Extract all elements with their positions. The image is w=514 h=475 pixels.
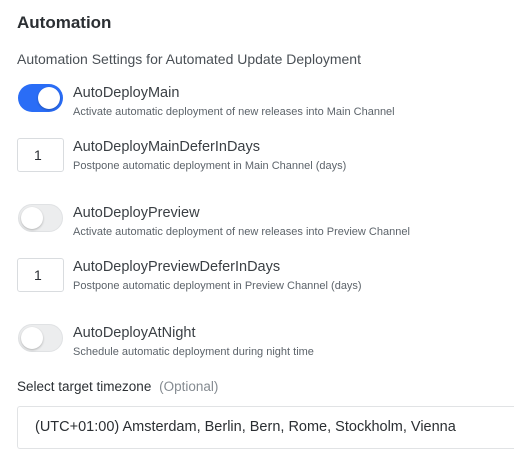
setting-auto-deploy-main-defer: 1 AutoDeployMainDeferInDays Postpone aut… — [17, 138, 514, 178]
auto-deploy-main-toggle[interactable] — [18, 84, 63, 112]
auto-deploy-preview-defer-input[interactable]: 1 — [17, 258, 64, 292]
auto-deploy-at-night-label: AutoDeployAtNight — [73, 325, 196, 341]
auto-deploy-preview-defer-description: Postpone automatic deployment in Preview… — [73, 280, 362, 292]
timezone-select[interactable]: (UTC+01:00) Amsterdam, Berlin, Bern, Rom… — [17, 406, 514, 449]
setting-auto-deploy-at-night: AutoDeployAtNight Schedule automatic dep… — [17, 324, 514, 364]
auto-deploy-main-defer-input[interactable]: 1 — [17, 138, 64, 172]
timezone-label-row: Select target timezone (Optional) — [17, 378, 218, 396]
timezone-optional-hint: (Optional) — [159, 379, 219, 394]
auto-deploy-preview-toggle[interactable] — [18, 204, 63, 232]
setting-auto-deploy-preview: AutoDeployPreview Activate automatic dep… — [17, 204, 514, 244]
section-title: Automation — [17, 13, 112, 32]
toggle-knob — [38, 87, 60, 109]
auto-deploy-main-label: AutoDeployMain — [73, 85, 180, 101]
automation-settings-panel: Automation Automation Settings for Autom… — [17, 12, 514, 449]
auto-deploy-preview-defer-label: AutoDeployPreviewDeferInDays — [73, 259, 281, 275]
timezone-label: Select target timezone — [17, 379, 152, 394]
auto-deploy-main-defer-description: Postpone automatic deployment in Main Ch… — [73, 160, 347, 172]
auto-deploy-at-night-toggle[interactable] — [18, 324, 63, 352]
toggle-knob — [21, 327, 43, 349]
setting-auto-deploy-preview-defer: 1 AutoDeployPreviewDeferInDays Postpone … — [17, 258, 514, 298]
section-subtitle: Automation Settings for Automated Update… — [17, 51, 361, 67]
auto-deploy-at-night-description: Schedule automatic deployment during nig… — [73, 346, 314, 358]
toggle-knob — [21, 207, 43, 229]
auto-deploy-preview-description: Activate automatic deployment of new rel… — [73, 226, 410, 238]
auto-deploy-main-defer-label: AutoDeployMainDeferInDays — [73, 139, 260, 155]
setting-auto-deploy-main: AutoDeployMain Activate automatic deploy… — [17, 84, 514, 124]
auto-deploy-preview-label: AutoDeployPreview — [73, 205, 200, 221]
auto-deploy-main-description: Activate automatic deployment of new rel… — [73, 106, 395, 118]
